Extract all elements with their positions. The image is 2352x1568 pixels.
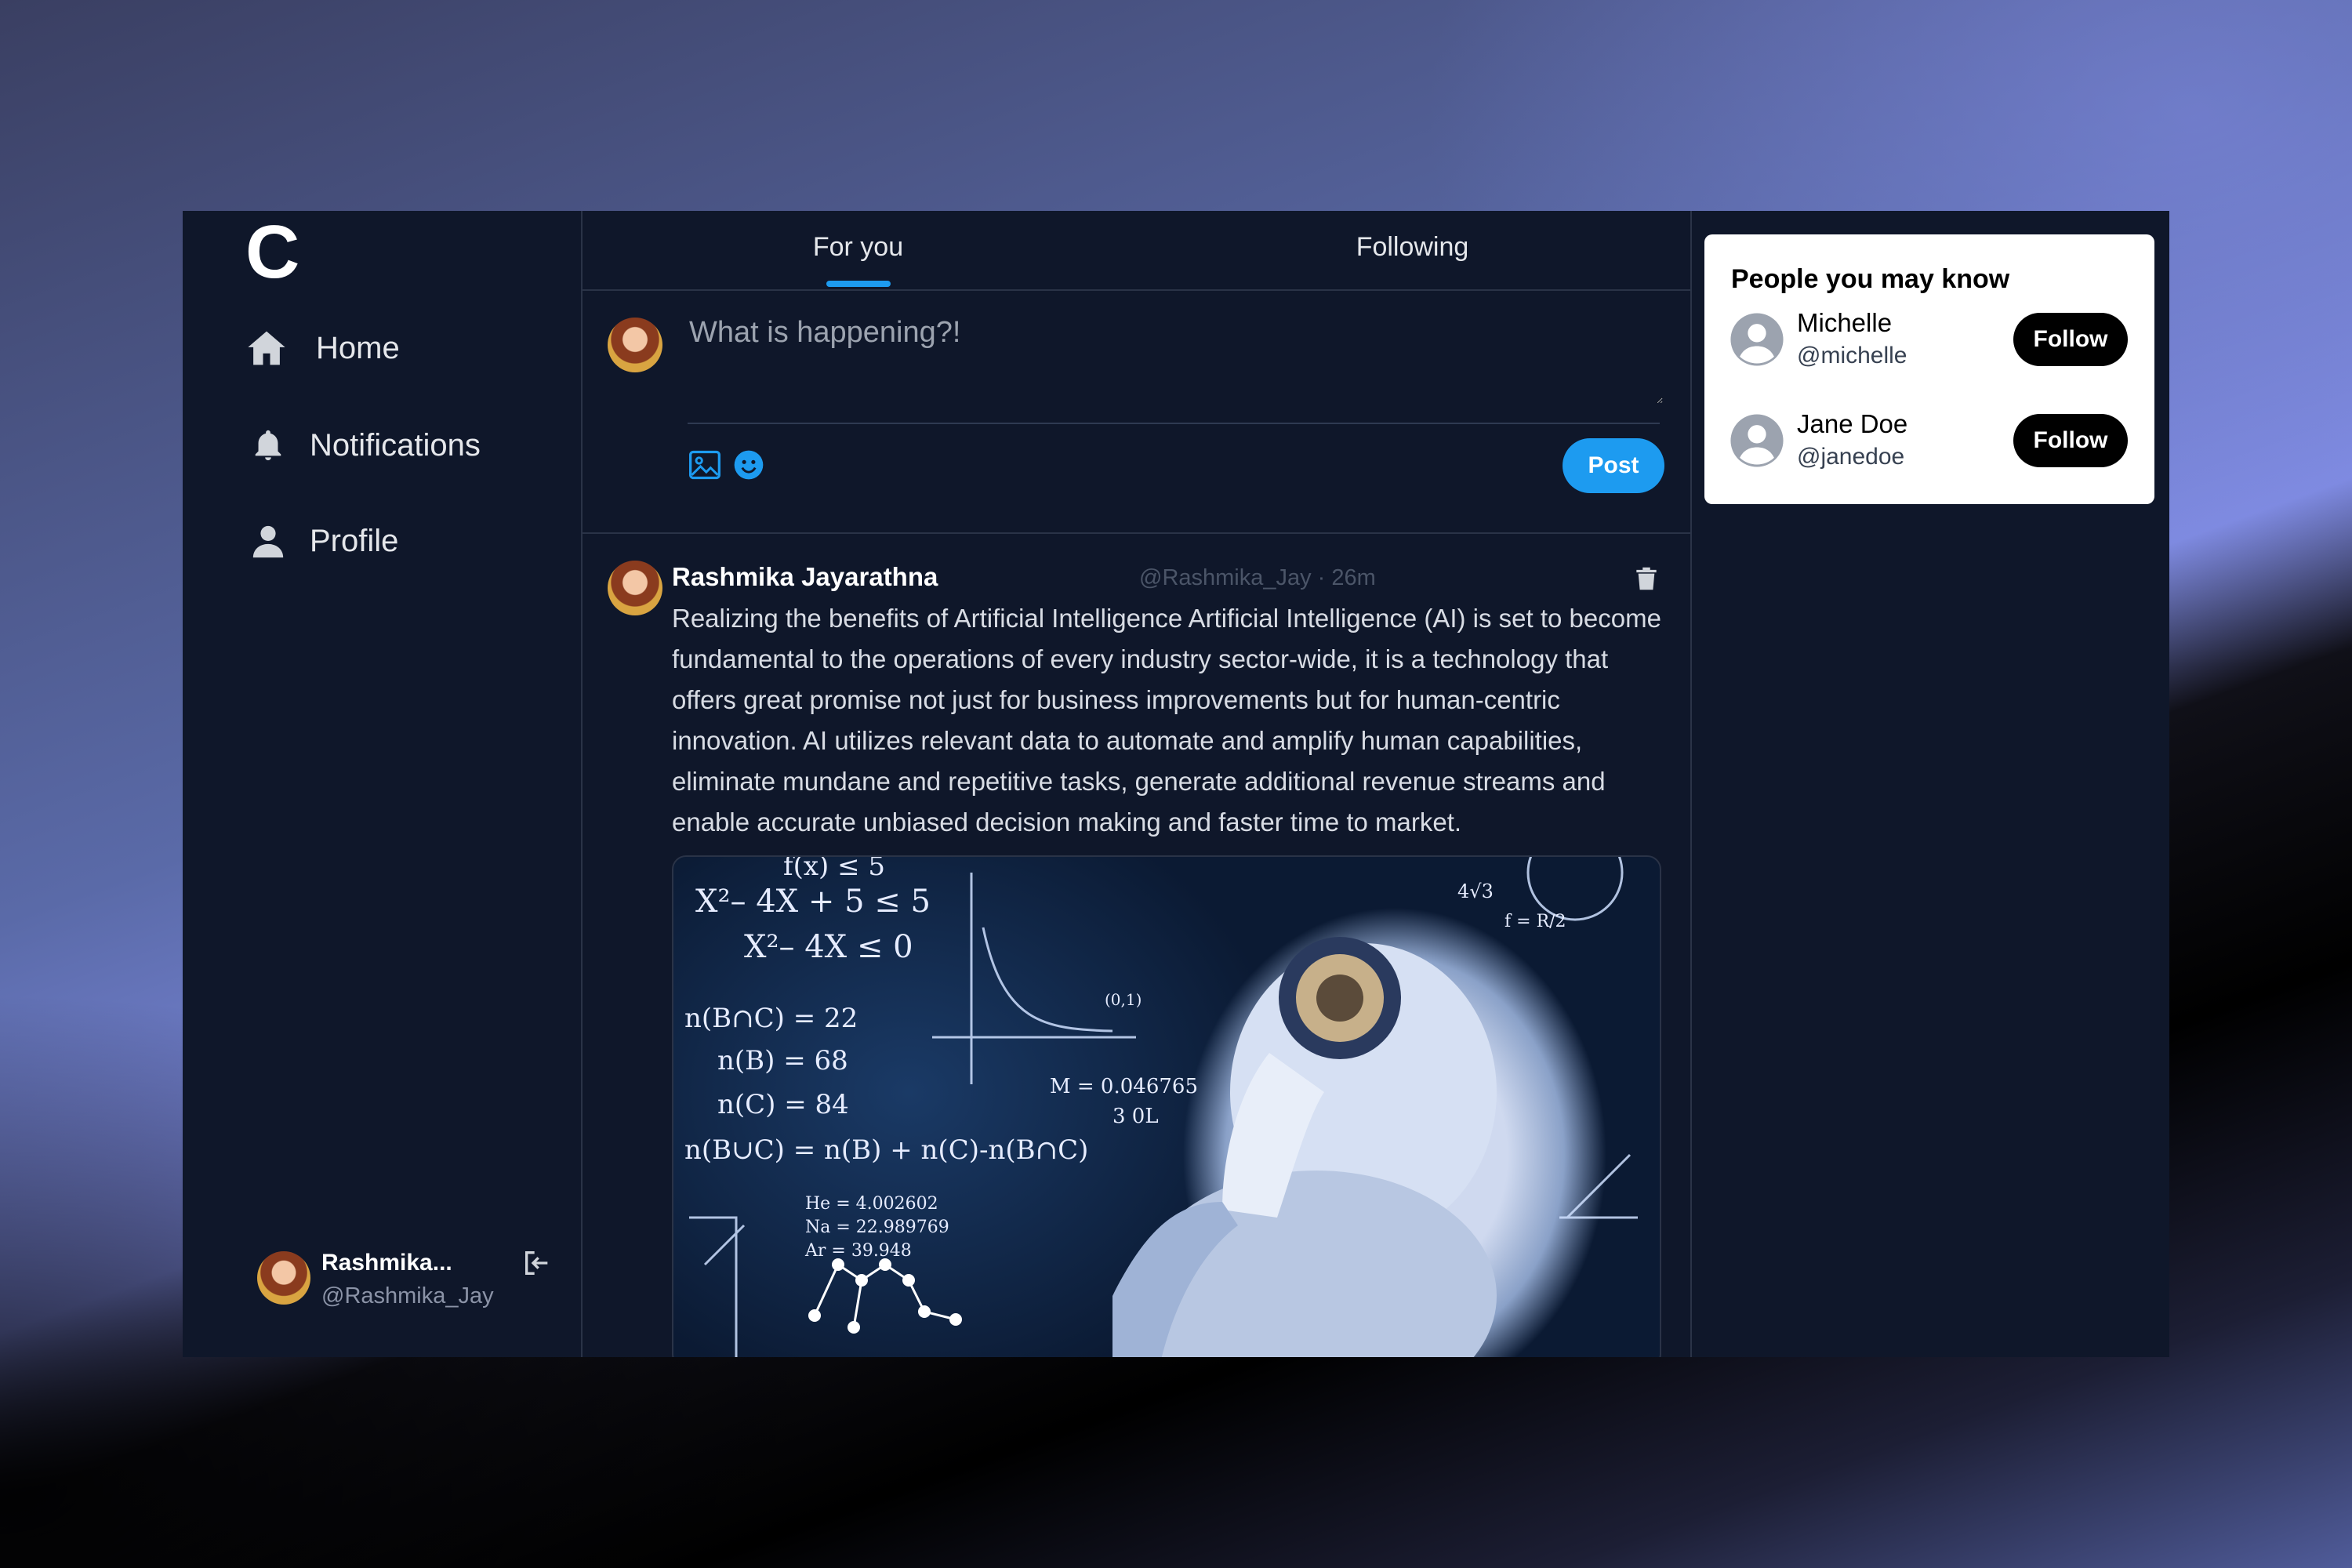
sidebar: C Home Notifications Profile Rashmika...…: [183, 211, 583, 1357]
suggestion-row: Jane Doe @janedoe Follow: [1730, 409, 2129, 480]
avatar: [257, 1251, 310, 1305]
sidebar-item-label: Profile: [310, 523, 399, 558]
sidebar-item-home[interactable]: Home: [245, 327, 400, 369]
user-name: Rashmika...: [321, 1250, 452, 1276]
emoji-icon[interactable]: [731, 448, 766, 482]
home-icon: [248, 331, 285, 365]
tab-following[interactable]: Following: [1135, 211, 1690, 289]
user-handle: @Rashmika_Jay: [321, 1283, 494, 1308]
image-caption: X²– 4X ≤ 0: [744, 929, 913, 965]
image-caption: 4√3: [1457, 880, 1494, 902]
sidebar-item-notifications[interactable]: Notifications: [250, 427, 481, 463]
post-button[interactable]: Post: [1563, 438, 1664, 493]
suggestion-handle: @michelle: [1797, 343, 1907, 368]
post-composer: Post: [581, 291, 1690, 534]
suggestion-row: Michelle @michelle Follow: [1730, 308, 2129, 379]
image-icon[interactable]: [688, 448, 722, 482]
app-logo[interactable]: C: [245, 215, 299, 290]
follow-button[interactable]: Follow: [2013, 313, 2128, 366]
post-author-name[interactable]: Rashmika Jayarathna: [672, 562, 938, 592]
image-caption: f = R/2: [1504, 912, 1566, 931]
post-body: Realizing the benefits of Artificial Int…: [672, 604, 1661, 837]
sidebar-item-label: Notifications: [310, 427, 481, 463]
feed-tabs: For you Following: [581, 211, 1690, 291]
avatar[interactable]: [608, 561, 662, 615]
tab-for-you[interactable]: For you: [581, 211, 1135, 289]
image-caption: 3 0L: [1112, 1105, 1159, 1128]
post-meta: @Rashmika_Jay · 26m: [1139, 565, 1376, 590]
image-caption: M = 0.046765: [1050, 1075, 1198, 1098]
trash-icon[interactable]: [1632, 562, 1661, 595]
main-feed: For you Following Post Rashmika Jayarath…: [581, 211, 1692, 1357]
feed-post: Rashmika Jayarathna @Rashmika_Jay · 26m …: [581, 534, 1690, 1357]
suggestion-name[interactable]: Michelle: [1797, 308, 1892, 338]
default-avatar-icon: [1730, 414, 1784, 467]
card-title: People you may know: [1731, 264, 2010, 294]
default-avatar-icon: [1730, 313, 1784, 366]
image-caption: n(B) = 68: [717, 1045, 848, 1076]
compose-input[interactable]: [688, 314, 1663, 404]
follow-button[interactable]: Follow: [2013, 414, 2128, 467]
image-caption: (0,1): [1105, 990, 1142, 1009]
image-caption: n(B∪C) = n(B) + n(C)-n(B∩C): [684, 1134, 1089, 1166]
people-you-may-know-card: People you may know Michelle @michelle F…: [1704, 234, 2154, 504]
post-image[interactable]: f(x) ≤ 5 X²– 4X + 5 ≤ 5 X²– 4X ≤ 0 n(B∩C…: [672, 855, 1661, 1357]
suggestion-name[interactable]: Jane Doe: [1797, 409, 1907, 439]
active-tab-indicator: [826, 281, 891, 287]
image-caption: f(x) ≤ 5: [783, 855, 886, 882]
divider: [688, 423, 1660, 424]
image-caption: n(B∩C) = 22: [684, 1003, 858, 1034]
image-caption: Ar = 39.948: [805, 1241, 912, 1261]
right-panel: People you may know Michelle @michelle F…: [1690, 211, 2169, 1357]
suggestion-handle: @janedoe: [1797, 444, 1905, 470]
sidebar-item-profile[interactable]: Profile: [250, 521, 398, 561]
current-user-card[interactable]: Rashmika... @Rashmika_Jay: [257, 1250, 555, 1320]
image-caption: Na = 22.989769: [805, 1218, 949, 1237]
user-icon: [252, 525, 284, 558]
logout-icon[interactable]: [521, 1247, 553, 1279]
image-caption: He = 4.002602: [805, 1194, 938, 1214]
image-caption: n(C) = 84: [717, 1089, 849, 1120]
app-window: C Home Notifications Profile Rashmika...…: [183, 211, 2169, 1357]
image-caption: X²– 4X + 5 ≤ 5: [695, 884, 931, 920]
sidebar-item-label: Home: [316, 330, 400, 365]
avatar: [608, 318, 662, 372]
bell-icon: [255, 430, 281, 461]
